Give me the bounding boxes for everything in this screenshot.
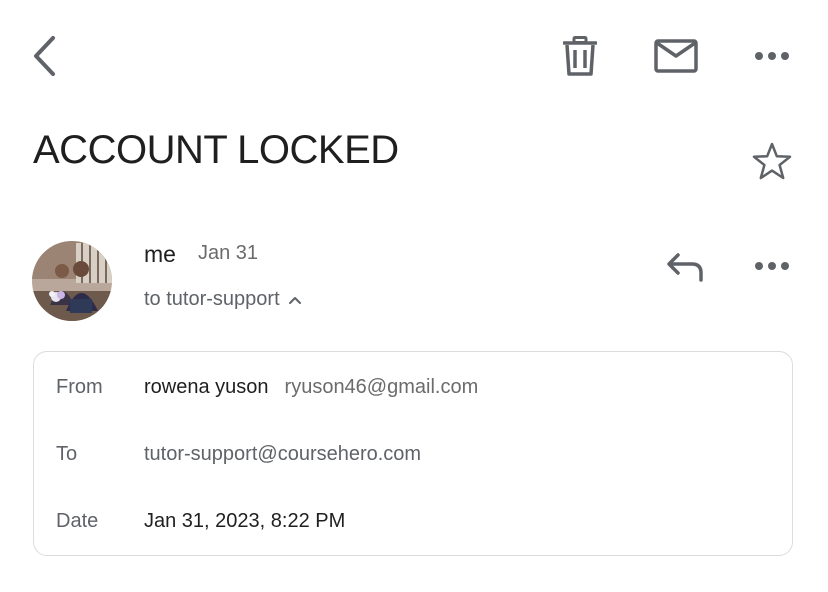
star-button[interactable] [748, 138, 796, 184]
date-label: Date [56, 510, 99, 532]
email-subject: ACCOUNT LOCKED [33, 128, 399, 172]
chevron-left-icon [31, 35, 57, 77]
from-name: rowena yuson [144, 376, 269, 398]
recipients-summary: to tutor-support [144, 288, 280, 310]
trash-icon [563, 36, 597, 76]
back-button[interactable] [24, 33, 64, 79]
recipients-toggle[interactable]: to tutor-support [144, 288, 302, 311]
avatar-photo [32, 241, 112, 321]
delete-button[interactable] [556, 33, 604, 79]
sender-name: me [144, 241, 176, 267]
message-more-button[interactable] [748, 250, 796, 282]
mark-unread-button[interactable] [650, 33, 702, 79]
mail-icon [654, 39, 698, 73]
to-value[interactable]: tutor-support@coursehero.com [144, 443, 421, 466]
from-value: rowena yuson ryuson46@gmail.com [144, 376, 478, 399]
more-options-button[interactable] [748, 40, 796, 72]
star-outline-icon [752, 142, 792, 180]
message-details-card: From rowena yuson ryuson46@gmail.com To t… [33, 351, 793, 556]
to-label: To [56, 443, 78, 465]
sent-date: Jan 31 [198, 242, 259, 264]
from-label: From [56, 376, 103, 398]
from-email[interactable]: ryuson46@gmail.com [285, 376, 479, 398]
chevron-up-icon [288, 288, 302, 311]
reply-button[interactable] [660, 246, 710, 288]
reply-icon [666, 252, 704, 282]
more-horizontal-icon [754, 261, 790, 271]
more-horizontal-icon [754, 51, 790, 61]
date-value: Jan 31, 2023, 8:22 PM [144, 510, 346, 532]
sender-avatar[interactable] [32, 241, 112, 321]
